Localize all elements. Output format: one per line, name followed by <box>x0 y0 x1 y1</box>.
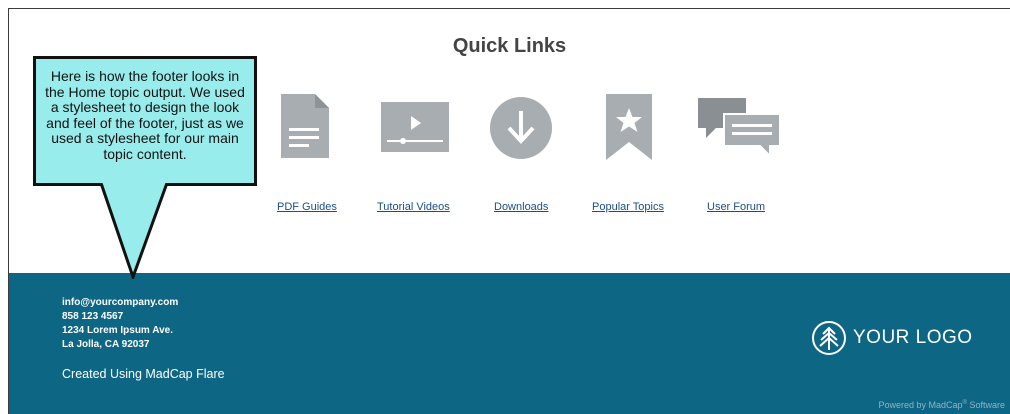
quick-link-label[interactable]: Tutorial Videos <box>377 201 450 213</box>
quick-link-label[interactable]: Downloads <box>494 201 548 213</box>
footer: info@yourcompany.com 858 123 4567 1234 L… <box>9 273 1010 414</box>
document-icon <box>281 94 329 158</box>
created-using-text: Created Using MadCap Flare <box>62 367 225 381</box>
powered-by-text: Powered by MadCap® Software <box>879 400 1006 410</box>
contact-address-line2: La Jolla, CA 92037 <box>62 339 150 350</box>
powered-by-suffix: Software <box>966 400 1005 410</box>
page-content: Quick Links PDF Guides Tutorial Videos D… <box>8 8 1010 414</box>
video-player-icon <box>381 102 449 152</box>
contact-phone: 858 123 4567 <box>62 311 124 322</box>
logo-text: YOUR LOGO <box>853 327 973 348</box>
contact-email[interactable]: info@yourcompany.com <box>62 296 178 310</box>
contact-address-line1: 1234 Lorem Ipsum Ave. <box>62 325 173 336</box>
quick-links-title: Quick Links <box>452 35 567 57</box>
quick-link-label[interactable]: Popular Topics <box>592 201 664 213</box>
quick-link-label[interactable]: PDF Guides <box>277 201 337 213</box>
tree-logo-icon <box>812 321 846 355</box>
download-icon <box>490 97 552 159</box>
quick-link-label[interactable]: User Forum <box>707 201 765 213</box>
callout-pointer <box>99 183 169 279</box>
contact-info: info@yourcompany.com 858 123 4567 1234 L… <box>62 296 178 352</box>
chat-bubbles-icon <box>698 98 781 159</box>
annotation-callout: Here is how the footer looks in the Home… <box>33 56 257 186</box>
company-logo[interactable]: YOUR LOGO <box>811 320 973 356</box>
star-bookmark-icon <box>606 94 652 160</box>
powered-by-label: Powered by MadCap <box>878 400 963 410</box>
